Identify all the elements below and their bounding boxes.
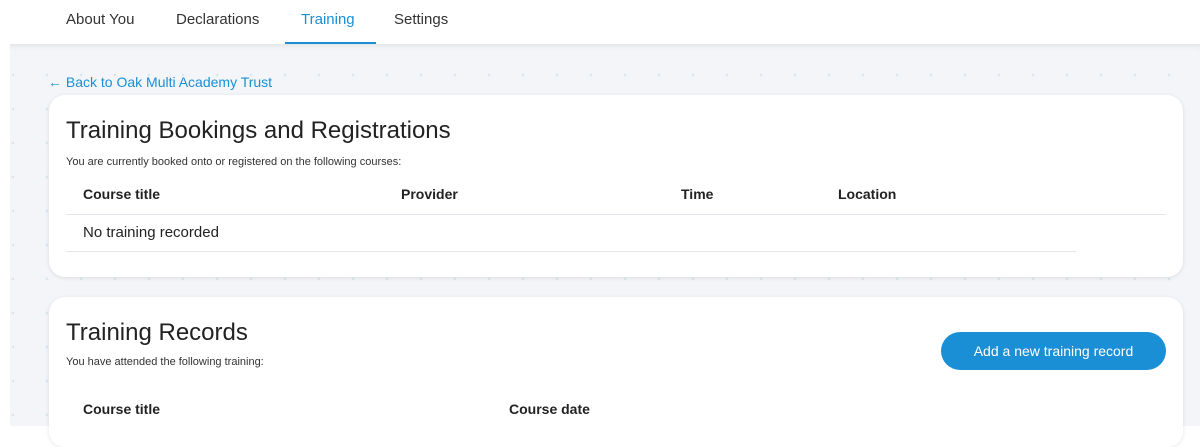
back-link[interactable]: ← Back to Oak Multi Academy Trust [48, 74, 272, 90]
table-header-divider [66, 214, 1166, 215]
tab-training[interactable]: Training [301, 0, 355, 44]
empty-state-message: No training recorded [83, 224, 219, 241]
column-header-course-title: Course title [83, 401, 161, 417]
column-header-location: Location [838, 186, 897, 202]
tab-settings[interactable]: Settings [394, 0, 448, 44]
bookings-card: Training Bookings and Registrations You … [49, 95, 1183, 277]
records-subtitle: You have attended the following training… [66, 356, 264, 368]
tab-about-you[interactable]: About You [66, 0, 134, 44]
records-title: Training Records [66, 319, 248, 346]
bookings-title: Training Bookings and Registrations [66, 117, 451, 144]
column-header-course-date: Course date [509, 401, 590, 417]
column-header-course-title: Course title [83, 186, 161, 202]
bookings-subtitle: You are currently booked onto or registe… [66, 156, 402, 168]
add-training-record-button[interactable]: Add a new training record [941, 332, 1166, 370]
table-row-divider [66, 251, 1076, 252]
active-tab-indicator [285, 42, 376, 44]
top-navigation: About You Declarations Training Settings [0, 0, 1200, 44]
tab-declarations[interactable]: Declarations [176, 0, 259, 44]
column-header-time: Time [681, 186, 714, 202]
records-card: Training Records You have attended the f… [49, 297, 1183, 447]
column-header-provider: Provider [401, 186, 458, 202]
